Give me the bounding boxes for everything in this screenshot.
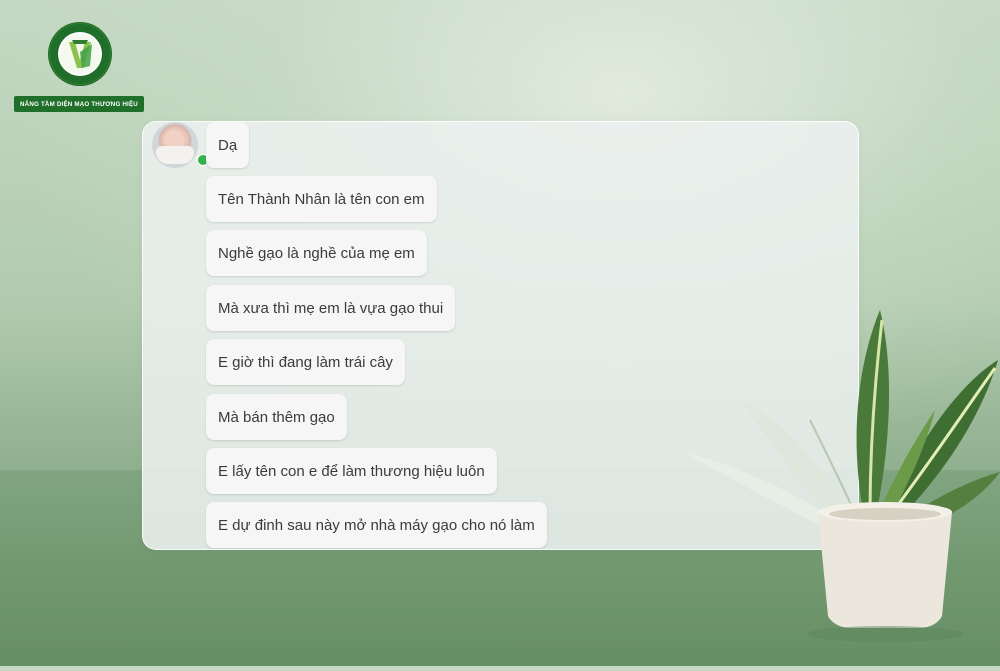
message-bubble[interactable]: E dự đinh sau này mở nhà máy gạo cho nó …: [206, 502, 547, 548]
potted-plant-icon: [680, 300, 1000, 666]
message-bubble[interactable]: E giờ thì đang làm trái cây: [206, 339, 405, 385]
message-bubble[interactable]: Mà bán thêm gạo: [206, 394, 347, 440]
contact-avatar[interactable]: [152, 122, 209, 168]
message-bubble[interactable]: Nghề gạo là nghề của mẹ em: [206, 230, 427, 276]
message-bubble[interactable]: Dạ: [206, 122, 250, 168]
message-bubble[interactable]: E lấy tên con e để làm thương hiệu luôn: [206, 448, 497, 494]
avatar-blanket: [156, 146, 194, 164]
logo-badge-icon: [48, 22, 112, 86]
brand-tagline: NÂNG TẦM DIỆN MẠO THƯƠNG HIỆU: [14, 96, 144, 112]
message-bubble[interactable]: Mà xưa thì mẹ em là vựa gạo thui: [206, 285, 456, 331]
brand-logo: NÂNG TẦM DIỆN MẠO THƯƠNG HIỆU: [14, 22, 146, 114]
message-bubble[interactable]: Tên Thành Nhân là tên con em: [206, 176, 437, 222]
